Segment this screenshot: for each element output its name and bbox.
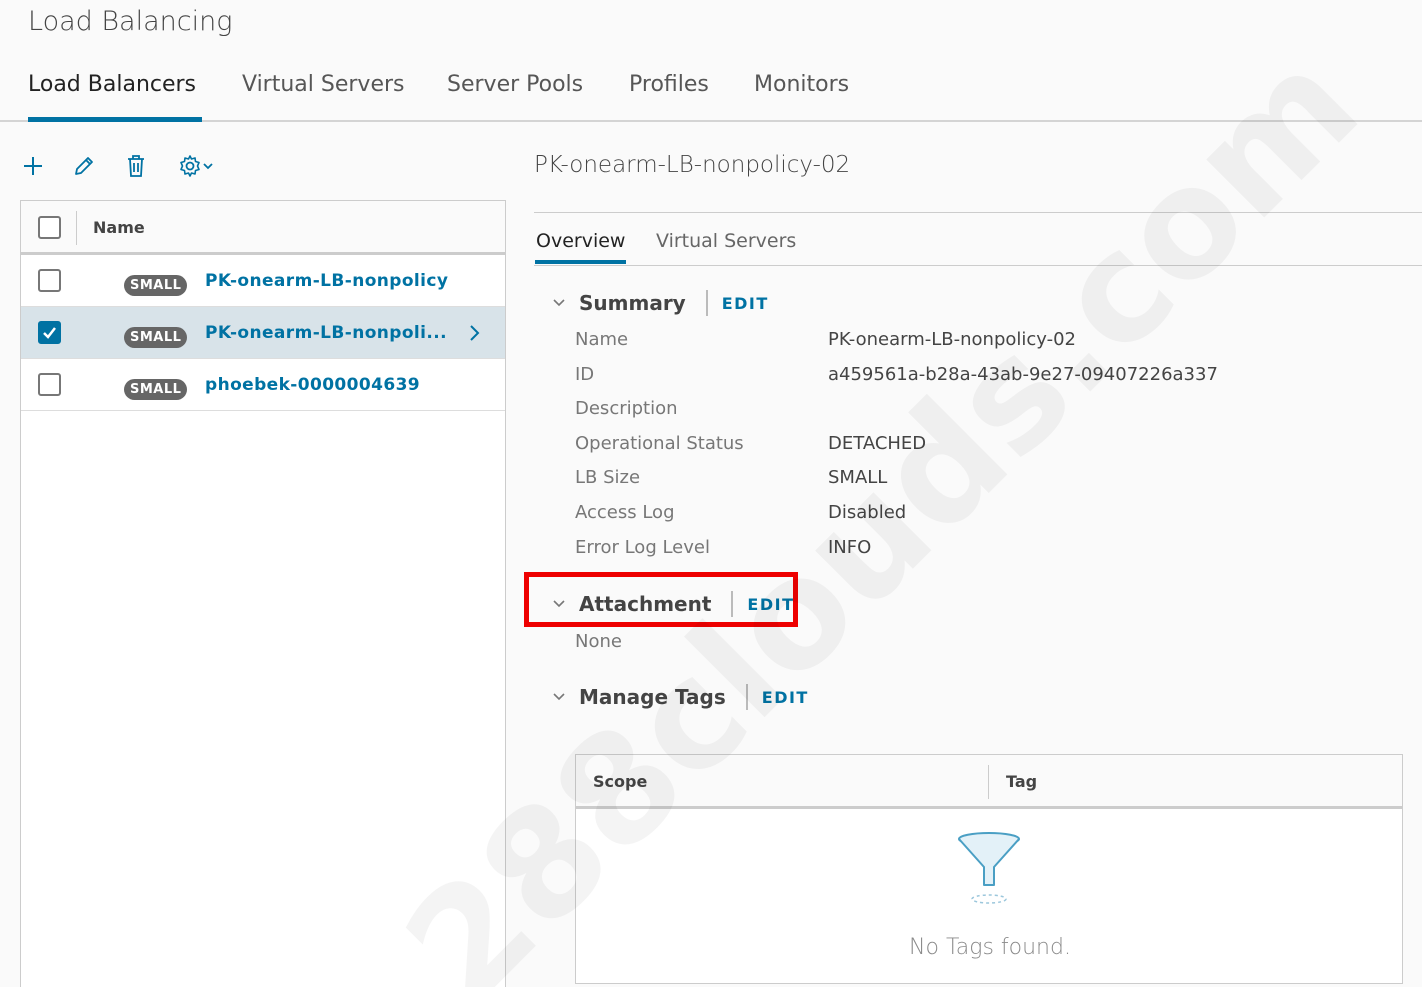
chevron-right-icon[interactable] (467, 323, 481, 347)
edit-button[interactable] (69, 150, 99, 182)
row-checkbox[interactable] (38, 373, 61, 396)
load-balancer-link[interactable]: PK-onearm-LB-nonpoli... (205, 323, 447, 343)
checkmark-icon (43, 327, 56, 339)
filter-funnel-icon (956, 831, 1022, 911)
settings-dropdown[interactable] (174, 150, 218, 182)
size-badge: SMALL (124, 379, 188, 400)
prop-label-description: Description (575, 398, 678, 419)
prop-label-error-log-level: Error Log Level (575, 537, 710, 558)
summary-edit-button[interactable]: EDIT (722, 294, 769, 313)
summary-title: Summary (579, 291, 686, 315)
grid-header: Name (21, 201, 505, 255)
table-row[interactable]: SMALL PK-onearm-LB-nonpoli... (21, 307, 505, 359)
detail-tabs: Overview Virtual Servers (534, 226, 1422, 266)
prop-label-id: ID (575, 364, 595, 385)
empty-state-message: No Tags found. (909, 935, 1071, 960)
tab-overview[interactable]: Overview (534, 230, 627, 264)
delete-button[interactable] (121, 150, 151, 182)
select-all-checkbox[interactable] (38, 216, 61, 239)
tags-section-header: Manage Tags EDIT (552, 682, 809, 712)
main-tabs: Load Balancers Virtual Servers Server Po… (0, 60, 1422, 122)
tags-edit-button[interactable]: EDIT (762, 688, 809, 707)
column-scope-header[interactable]: Scope (593, 772, 647, 791)
tags-title: Manage Tags (579, 685, 726, 709)
plus-icon (24, 157, 42, 175)
tab-server-pools[interactable]: Server Pools (447, 72, 583, 97)
row-checkbox[interactable] (38, 321, 61, 344)
prop-label-operational-status: Operational Status (575, 433, 744, 454)
chevron-down-icon[interactable] (552, 692, 570, 702)
prop-label-name: Name (575, 329, 629, 350)
row-checkbox[interactable] (38, 269, 61, 292)
tab-profiles[interactable]: Profiles (629, 72, 709, 97)
load-balancer-link[interactable]: phoebek-0000004639 (205, 375, 420, 395)
column-tag-header[interactable]: Tag (1006, 772, 1037, 791)
trash-icon (128, 155, 144, 177)
divider (705, 290, 708, 316)
tab-monitors[interactable]: Monitors (754, 72, 849, 97)
prop-value-operational-status: DETACHED (828, 433, 927, 454)
page-title: Load Balancing (28, 6, 233, 37)
tab-virtual-servers[interactable]: Virtual Servers (242, 72, 405, 97)
column-divider (76, 211, 77, 245)
prop-label-access-log: Access Log (575, 502, 675, 523)
tab-virtual-servers-detail[interactable]: Virtual Servers (656, 230, 796, 252)
prop-value-access-log: Disabled (828, 502, 907, 523)
prop-value-error-log-level: INFO (828, 537, 872, 558)
tab-load-balancers[interactable]: Load Balancers (28, 72, 203, 122)
tags-grid: Scope Tag No Tags found. (575, 754, 1403, 984)
summary-section-header: Summary EDIT (552, 288, 769, 318)
pencil-icon (75, 157, 93, 175)
divider (534, 212, 1422, 213)
detail-title: PK-onearm-LB-nonpolicy-02 (534, 152, 851, 178)
add-button[interactable] (18, 150, 48, 182)
highlight-box (524, 572, 798, 627)
prop-value-name: PK-onearm-LB-nonpolicy-02 (828, 329, 1077, 350)
attachment-value: None (575, 631, 622, 652)
prop-label-lb-size: LB Size (575, 467, 641, 488)
load-balancer-grid: Name SMALL PK-onearm-LB-nonpolicy SMALL … (20, 200, 506, 987)
tags-grid-header: Scope Tag (576, 755, 1402, 809)
chevron-down-icon[interactable] (552, 298, 570, 308)
column-name-header[interactable]: Name (93, 218, 145, 237)
table-row[interactable]: SMALL phoebek-0000004639 (21, 359, 505, 411)
size-badge: SMALL (124, 275, 188, 296)
divider (745, 684, 748, 710)
chevron-down-icon (203, 163, 213, 170)
prop-value-lb-size: SMALL (828, 467, 888, 488)
table-row[interactable]: SMALL PK-onearm-LB-nonpolicy (21, 255, 505, 307)
gear-icon (180, 155, 200, 177)
column-divider (988, 765, 989, 799)
prop-value-id: a459561a-b28a-43ab-9e27-09407226a337 (828, 364, 1218, 385)
size-badge: SMALL (124, 327, 188, 348)
load-balancer-link[interactable]: PK-onearm-LB-nonpolicy (205, 271, 448, 291)
